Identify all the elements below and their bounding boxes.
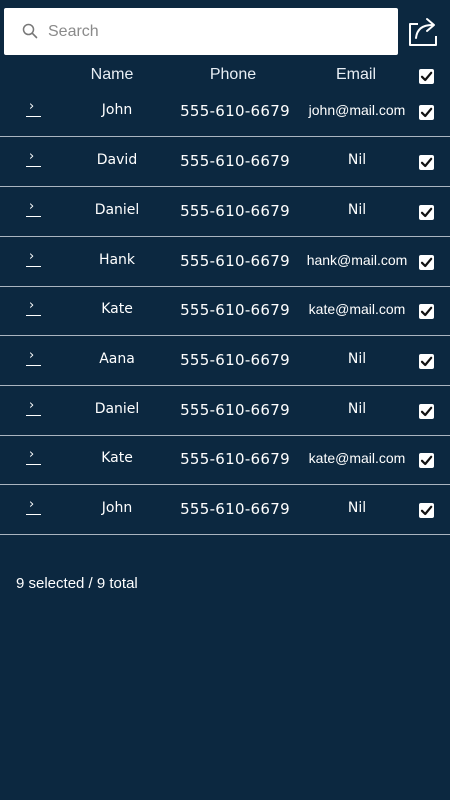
row-email: kate@mail.com <box>308 450 406 466</box>
row-checkbox[interactable] <box>419 453 434 468</box>
search-input[interactable] <box>48 8 388 55</box>
table-header: Name Phone Email <box>0 62 450 90</box>
chevron-right-icon: › <box>29 348 35 363</box>
checkmark-icon <box>420 107 433 118</box>
row-name: John <box>101 500 133 516</box>
row-phone: 555-610-6679 <box>180 351 290 369</box>
row-name: Daniel <box>94 401 140 417</box>
checkmark-icon <box>420 157 433 168</box>
top-bar <box>0 0 450 62</box>
search-icon <box>22 23 38 39</box>
row-checkbox[interactable] <box>419 205 434 220</box>
row-checkbox[interactable] <box>419 354 434 369</box>
chevron-right-icon: › <box>29 99 35 114</box>
row-phone: 555-610-6679 <box>180 152 290 170</box>
table-row[interactable]: › Daniel 555-610-6679 Nil <box>0 187 450 237</box>
row-email: Nil <box>347 401 367 417</box>
row-phone: 555-610-6679 <box>180 500 290 518</box>
row-checkbox[interactable] <box>419 255 434 270</box>
table-row[interactable]: › John 555-610-6679 john@mail.com <box>0 87 450 137</box>
table-row[interactable]: › Kate 555-610-6679 kate@mail.com <box>0 286 450 336</box>
table-row[interactable]: › John 555-610-6679 Nil <box>0 485 450 535</box>
column-header-email: Email <box>335 66 376 83</box>
select-all-checkbox[interactable] <box>419 69 434 84</box>
table-row[interactable]: › Hank 555-610-6679 hank@mail.com <box>0 237 450 287</box>
share-export-icon[interactable] <box>404 14 442 48</box>
expand-chevron-icon[interactable]: › <box>26 249 42 269</box>
row-phone: 555-610-6679 <box>180 202 290 220</box>
row-checkbox[interactable] <box>419 404 434 419</box>
chevron-right-icon: › <box>29 497 35 512</box>
chevron-right-icon: › <box>29 447 35 462</box>
row-name: Kate <box>101 450 133 466</box>
row-name: Kate <box>101 301 133 317</box>
chevron-right-icon: › <box>29 199 35 214</box>
chevron-right-icon: › <box>29 149 35 164</box>
checkmark-icon <box>420 71 433 82</box>
checkmark-icon <box>420 505 433 516</box>
row-phone: 555-610-6679 <box>180 301 290 319</box>
row-checkbox[interactable] <box>419 503 434 518</box>
expand-chevron-icon[interactable]: › <box>26 298 42 318</box>
expand-chevron-icon[interactable]: › <box>26 199 42 219</box>
expand-chevron-icon[interactable]: › <box>26 149 42 169</box>
row-phone: 555-610-6679 <box>180 450 290 468</box>
row-checkbox[interactable] <box>419 105 434 120</box>
checkmark-icon <box>420 306 433 317</box>
search-box[interactable] <box>4 8 398 55</box>
row-phone: 555-610-6679 <box>180 252 290 270</box>
row-email: Nil <box>347 351 367 367</box>
row-checkbox[interactable] <box>419 155 434 170</box>
expand-chevron-icon[interactable]: › <box>26 398 42 418</box>
row-name: Hank <box>98 252 136 268</box>
expand-chevron-icon[interactable]: › <box>26 99 42 119</box>
table-row[interactable]: › Daniel 555-610-6679 Nil <box>0 386 450 436</box>
row-checkbox[interactable] <box>419 304 434 319</box>
table-row[interactable]: › Aana 555-610-6679 Nil <box>0 336 450 386</box>
row-name: John <box>101 102 133 118</box>
checkmark-icon <box>420 455 433 466</box>
row-email: kate@mail.com <box>308 301 406 317</box>
row-name: David <box>96 152 138 168</box>
expand-chevron-icon[interactable]: › <box>26 497 42 517</box>
row-name: Aana <box>99 351 135 367</box>
chevron-right-icon: › <box>29 249 35 264</box>
row-email: Nil <box>347 152 367 168</box>
selection-status: 9 selected / 9 total <box>16 575 138 592</box>
table-row[interactable]: › David 555-610-6679 Nil <box>0 137 450 187</box>
checkmark-icon <box>420 406 433 417</box>
checkmark-icon <box>420 207 433 218</box>
expand-chevron-icon[interactable]: › <box>26 348 42 368</box>
row-email: Nil <box>347 500 367 516</box>
column-header-phone: Phone <box>209 66 257 83</box>
row-email: john@mail.com <box>308 102 406 118</box>
checkmark-icon <box>420 257 433 268</box>
table-row[interactable]: › Kate 555-610-6679 kate@mail.com <box>0 435 450 485</box>
chevron-right-icon: › <box>29 298 35 313</box>
row-email: hank@mail.com <box>306 252 408 268</box>
expand-chevron-icon[interactable]: › <box>26 447 42 467</box>
row-phone: 555-610-6679 <box>180 401 290 419</box>
row-phone: 555-610-6679 <box>180 102 290 120</box>
chevron-right-icon: › <box>29 398 35 413</box>
column-header-name: Name <box>90 66 134 83</box>
row-name: Daniel <box>94 202 140 218</box>
checkmark-icon <box>420 356 433 367</box>
row-email: Nil <box>347 202 367 218</box>
